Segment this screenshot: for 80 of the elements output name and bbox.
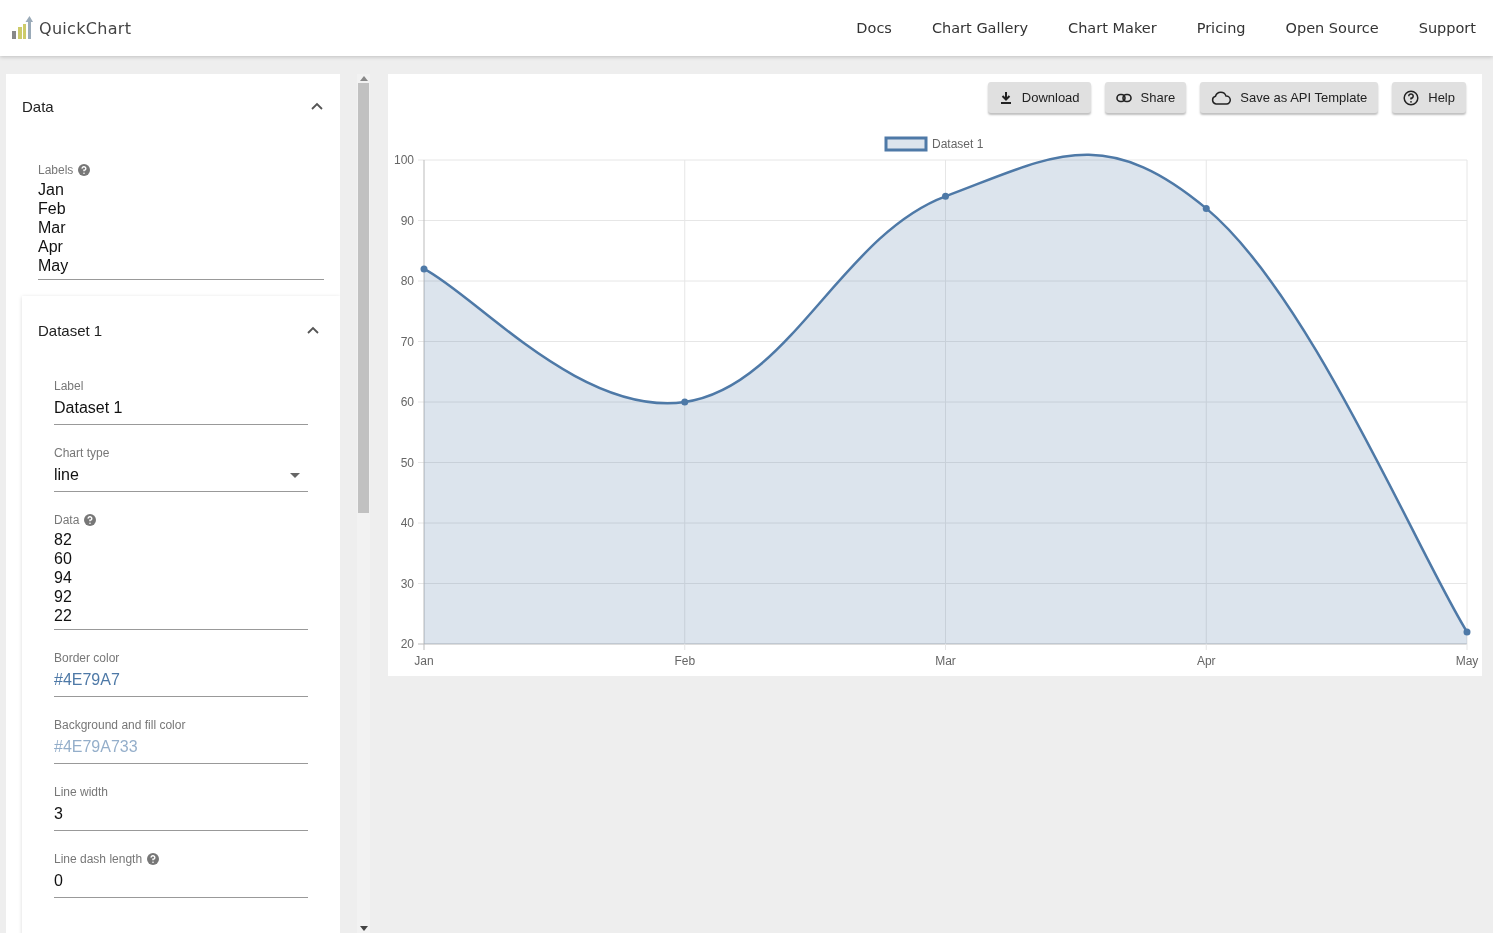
data-point[interactable] [420, 265, 428, 273]
share-button[interactable]: Share [1104, 82, 1187, 113]
data-point[interactable] [1463, 628, 1471, 636]
text-line: 22 [54, 606, 73, 625]
input-field[interactable]: Label Dataset 1 [54, 340, 308, 425]
x-tick-label: Apr [1196, 654, 1216, 668]
x-tick-label: Feb [674, 654, 696, 668]
cloud-icon [1211, 90, 1232, 105]
y-tick-label: 60 [400, 395, 414, 409]
field-label: Chart type [54, 446, 110, 460]
field-label: Label [54, 379, 84, 393]
text-line: May [38, 256, 70, 275]
text-line: 60 [54, 549, 73, 568]
field-label: Line width [54, 785, 109, 799]
y-tick-label: 40 [400, 516, 414, 530]
x-tick-label: Mar [935, 654, 956, 668]
field-label: Border color [54, 651, 120, 665]
y-tick-label: 30 [400, 576, 414, 591]
y-tick-label: 50 [400, 455, 414, 470]
nav-link[interactable]: Open Source [1285, 20, 1379, 36]
text-line: Mar [38, 218, 67, 237]
y-tick-label: 70 [400, 334, 414, 349]
nav-link[interactable]: Chart Maker [1068, 20, 1157, 36]
y-tick-label: 90 [400, 213, 414, 228]
help-icon[interactable] [147, 853, 160, 865]
scroll-up-icon[interactable] [359, 76, 368, 81]
download-button[interactable]: Download [987, 82, 1091, 113]
chevron-icon[interactable] [306, 325, 320, 335]
text-line: Jan [38, 180, 65, 199]
field-label: Data [54, 513, 80, 527]
field-label: Labels [38, 163, 74, 177]
text-line: Apr [38, 237, 64, 256]
help-icon [1403, 89, 1420, 106]
nav-link[interactable]: Docs [856, 20, 892, 36]
field-value: #4E79A733 [54, 738, 138, 756]
input-field[interactable]: Line width 3 [54, 764, 308, 831]
x-tick-label: May [1455, 654, 1479, 668]
y-tick-label: 80 [400, 274, 414, 288]
text-line: 92 [54, 587, 73, 606]
data-point[interactable] [1202, 204, 1210, 212]
y-tick-label: 20 [400, 637, 414, 651]
brand-link[interactable]: QuickChart [39, 18, 132, 38]
data-point[interactable] [681, 398, 689, 406]
field-value: 3 [54, 805, 63, 823]
field-label: Line dash length [54, 852, 143, 866]
input-field[interactable]: Border color #4E79A7 [54, 630, 308, 697]
nav-link[interactable]: Support [1418, 20, 1476, 36]
field-value: 0 [54, 872, 63, 890]
field-value: Dataset 1 [54, 399, 123, 417]
chart-legend[interactable]: Dataset 1 [884, 136, 984, 152]
select-field[interactable]: Chart type line [54, 425, 308, 492]
data-field[interactable]: Data 82 60 94 92 22 [54, 492, 308, 630]
legend-label: Dataset 1 [932, 137, 984, 151]
help-icon[interactable] [78, 164, 91, 176]
nav-link[interactable]: Pricing [1196, 20, 1246, 36]
dropdown-caret-icon [290, 472, 300, 478]
link-icon [1115, 92, 1132, 103]
field-value: #4E79A7 [54, 671, 120, 689]
help-icon[interactable] [84, 514, 97, 526]
x-tick-label: Jan [414, 654, 434, 668]
labels-field[interactable]: Labels Jan Feb Mar Apr May [38, 116, 324, 280]
text-line: Feb [38, 199, 67, 218]
input-field[interactable]: Background and fill color #4E79A733 [54, 697, 308, 764]
panel-title: Dataset 1 [38, 321, 103, 339]
field-value: line [54, 466, 79, 484]
nav-link[interactable]: Chart Gallery [931, 20, 1029, 36]
scrollbar[interactable] [357, 74, 370, 933]
bar-chart-logo-icon [11, 16, 33, 40]
field-label: Background and fill color [54, 718, 186, 732]
y-tick-label: 100 [393, 153, 414, 167]
help-button[interactable]: Help [1392, 82, 1466, 113]
data-point[interactable] [942, 192, 949, 200]
text-line: 82 [54, 530, 73, 549]
chevron-icon[interactable] [310, 101, 324, 111]
download-icon [998, 90, 1013, 105]
text-line: 94 [54, 568, 73, 587]
scroll-down-icon[interactable] [359, 926, 368, 931]
panel-title: Data [22, 97, 54, 115]
input-field[interactable]: Line dash length 0 [54, 831, 308, 898]
save-template-button[interactable]: Save as API Template [1200, 82, 1379, 113]
